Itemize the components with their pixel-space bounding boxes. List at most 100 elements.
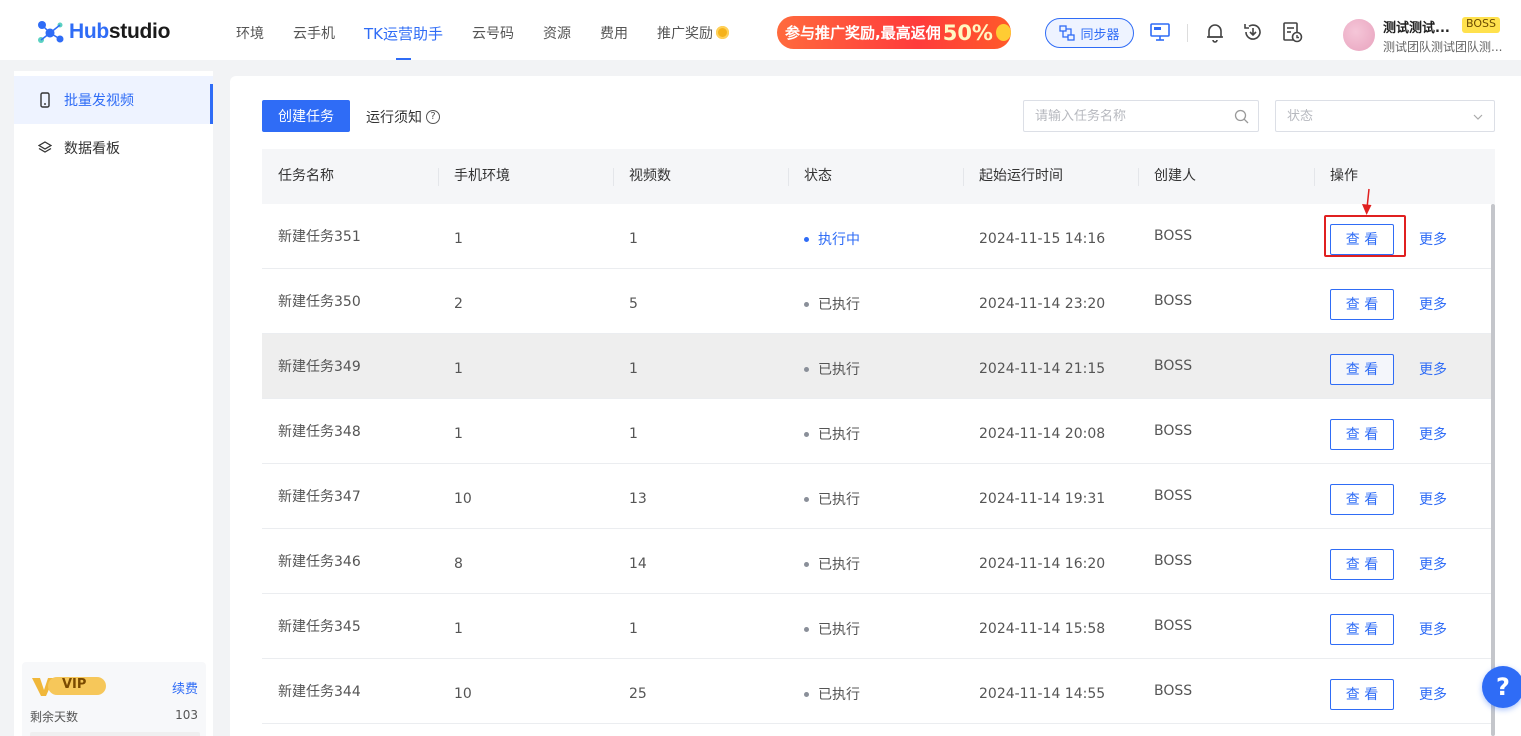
nav-item-referral[interactable]: 推广奖励	[657, 0, 729, 60]
start-time: 2024-11-14 15:58	[979, 621, 1106, 637]
creator: BOSS	[1154, 228, 1193, 244]
phone-env-count: 1	[454, 621, 463, 637]
status-dot	[804, 497, 809, 502]
status-dot	[804, 237, 809, 242]
hubstudio-logo[interactable]: Hubstudio	[36, 18, 170, 46]
more-link[interactable]: 更多	[1419, 359, 1447, 379]
video-count: 1	[629, 361, 638, 377]
status-cell: 已执行	[788, 288, 963, 314]
team-name: 测试团队测试团队测...	[1383, 40, 1503, 54]
status-select[interactable]	[1275, 100, 1495, 132]
view-button[interactable]: 查 看	[1330, 483, 1394, 515]
help-button[interactable]: ?	[1482, 666, 1521, 708]
video-count: 5	[629, 296, 638, 312]
table-header: 任务名称 手机环境 视频数 状态 起始运行时间 创建人 操作	[262, 149, 1495, 204]
status-label: 已执行	[818, 492, 860, 508]
promo-banner[interactable]: 参与推广奖励,最高返佣 50%	[777, 16, 1011, 49]
table-row: 新建任务350 2 5 已执行 2024-11-14 23:20 BOSS 查 看 更多	[262, 269, 1495, 334]
phone-env-count: 1	[454, 361, 463, 377]
more-link[interactable]: 更多	[1419, 489, 1447, 509]
table-row: 新建任务346 8 14 已执行 2024-11-14 16:20 BOSS 查 看 更多	[262, 529, 1495, 594]
creator: BOSS	[1154, 553, 1193, 569]
nav-item-billing[interactable]: 费用	[600, 0, 628, 60]
renew-link[interactable]: 续费	[172, 678, 198, 697]
task-table: 任务名称 手机环境 视频数 状态 起始运行时间 创建人 操作 新建任务351 1 1…	[262, 149, 1495, 724]
start-time: 2024-11-14 16:20	[979, 556, 1106, 572]
chevron-down-icon	[1473, 114, 1483, 120]
video-count: 1	[629, 426, 638, 442]
view-button[interactable]: 查 看	[1330, 288, 1394, 320]
more-link[interactable]: 更多	[1419, 619, 1447, 639]
status-select-input[interactable]	[1287, 108, 1477, 124]
header-phone-env: 手机环境	[438, 149, 613, 204]
sidebar-item-batch-video[interactable]: 批量发视频	[14, 76, 213, 124]
view-button[interactable]: 查 看	[1330, 223, 1394, 255]
user-name[interactable]: 测试测试...	[1383, 17, 1450, 36]
phone-env-count: 2	[454, 296, 463, 312]
start-time: 2024-11-14 20:08	[979, 426, 1106, 442]
coin-icon	[716, 26, 729, 39]
schedule-icon[interactable]	[1281, 21, 1303, 43]
sync-button[interactable]: 同步器	[1045, 18, 1134, 48]
role-badge: BOSS	[1462, 17, 1500, 33]
video-count: 1	[629, 231, 638, 247]
status-dot	[804, 432, 809, 437]
sidebar-item-dashboard[interactable]: 数据看板	[14, 124, 213, 172]
layers-icon	[38, 141, 52, 153]
status-cell: 已执行	[788, 353, 963, 379]
nav-item-referral-label: 推广奖励	[657, 26, 713, 42]
view-button[interactable]: 查 看	[1330, 353, 1394, 385]
start-time: 2024-11-14 14:55	[979, 686, 1106, 702]
view-button[interactable]: 查 看	[1330, 678, 1394, 710]
actions-cell: 查 看 更多	[1314, 218, 1495, 255]
search-icon[interactable]	[1234, 109, 1249, 124]
status-dot	[804, 692, 809, 697]
start-time: 2024-11-15 14:16	[979, 231, 1106, 247]
nav-item-tk-assistant[interactable]: TK运营助手	[364, 0, 443, 60]
logo-text: Hubstudio	[69, 20, 170, 44]
nav-item-cloud-number[interactable]: 云号码	[472, 0, 514, 60]
remaining-days-label: 剩余天数	[30, 710, 79, 724]
table-row: 新建任务351 1 1 执行中 2024-11-15 14:16 BOSS 查 看 更多	[262, 204, 1495, 269]
avatar[interactable]	[1343, 19, 1375, 51]
help-circle-icon: ?	[426, 110, 440, 124]
task-name: 新建任务346	[278, 554, 361, 570]
more-link[interactable]: 更多	[1419, 684, 1447, 704]
table-row: 新建任务344 10 25 已执行 2024-11-14 14:55 BOSS 查 看 更多	[262, 659, 1495, 724]
view-button[interactable]: 查 看	[1330, 418, 1394, 450]
more-link[interactable]: 更多	[1419, 229, 1447, 249]
status-cell: 已执行	[788, 613, 963, 639]
header-start-time: 起始运行时间	[963, 149, 1138, 204]
monitor-icon[interactable]	[1149, 21, 1171, 43]
start-time: 2024-11-14 23:20	[979, 296, 1106, 312]
phone-env-count: 1	[454, 426, 463, 442]
table-body: 新建任务351 1 1 执行中 2024-11-15 14:16 BOSS 查 看更多 新建任…	[262, 204, 1495, 724]
more-link[interactable]: 更多	[1419, 424, 1447, 444]
remaining-days-value: 103	[175, 708, 198, 722]
create-task-button[interactable]: 创建任务	[262, 100, 350, 132]
more-link[interactable]: 更多	[1419, 294, 1447, 314]
sync-icon	[1059, 25, 1076, 41]
task-name: 新建任务350	[278, 294, 361, 310]
table-scrollbar[interactable]	[1491, 204, 1495, 736]
clipped-row	[30, 732, 200, 736]
search-input[interactable]	[1035, 108, 1225, 124]
task-name: 新建任务345	[278, 619, 361, 635]
status-dot	[804, 562, 809, 567]
status-label: 已执行	[818, 557, 860, 573]
run-notice-link[interactable]: 运行须知 ?	[366, 107, 440, 127]
phone-env-count: 1	[454, 231, 463, 247]
nav-item-environment[interactable]: 环境	[236, 0, 264, 60]
actions-cell: 查 看 更多	[1314, 673, 1495, 710]
nav-item-cloud-phone[interactable]: 云手机	[293, 0, 335, 60]
phone-env-count: 10	[454, 491, 472, 507]
download-refresh-icon[interactable]	[1242, 21, 1264, 43]
more-link[interactable]: 更多	[1419, 554, 1447, 574]
view-button[interactable]: 查 看	[1330, 613, 1394, 645]
nav-item-resources[interactable]: 资源	[543, 0, 571, 60]
logo-suffix: studio	[108, 20, 171, 43]
view-button[interactable]: 查 看	[1330, 548, 1394, 580]
bell-icon[interactable]	[1204, 21, 1226, 43]
start-time: 2024-11-14 19:31	[979, 491, 1106, 507]
header-video-count: 视频数	[613, 149, 788, 204]
